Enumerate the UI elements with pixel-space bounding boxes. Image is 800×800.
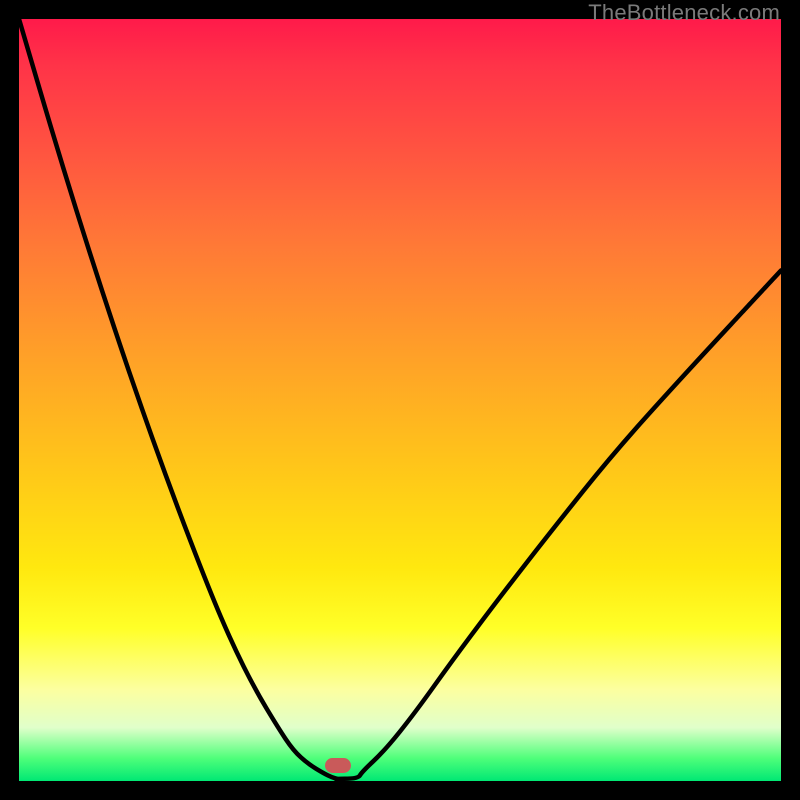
watermark-text: TheBottleneck.com — [588, 0, 780, 26]
bottleneck-curve — [19, 19, 781, 781]
optimum-marker — [325, 758, 351, 773]
